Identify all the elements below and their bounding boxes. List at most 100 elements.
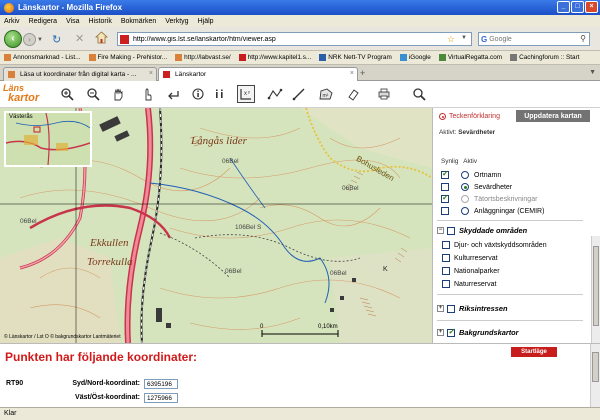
section-skyddade-omraden[interactable]: − Skyddade områden: [437, 224, 527, 237]
hand-icon[interactable]: [138, 85, 156, 103]
svg-text:y: y: [248, 89, 250, 94]
address-bar[interactable]: ☆ ▼: [117, 32, 472, 46]
layer-checkbox[interactable]: [442, 241, 450, 249]
pan-icon[interactable]: [109, 85, 127, 103]
coordinate-icon[interactable]: xy: [237, 85, 255, 103]
measure-distance-icon[interactable]: [266, 85, 284, 103]
visible-checkbox[interactable]: [441, 193, 449, 203]
expand-icon[interactable]: +: [437, 329, 444, 336]
home-icon[interactable]: [95, 31, 108, 44]
menu-help[interactable]: Hjälp: [198, 18, 214, 25]
history-dropdown-icon[interactable]: ▼: [37, 37, 43, 43]
section-checkbox[interactable]: [447, 226, 455, 235]
tab-close-icon[interactable]: ×: [350, 70, 354, 77]
bookmark-item[interactable]: Annonsmarknad - List...: [4, 54, 81, 61]
active-layer-indicator: Aktivt: Sevärdheter: [439, 129, 496, 136]
active-radio[interactable]: [461, 183, 469, 191]
print-icon[interactable]: [375, 85, 393, 103]
search-input[interactable]: [489, 35, 570, 43]
close-window-button[interactable]: ×: [585, 1, 598, 13]
maximize-button[interactable]: □: [571, 1, 584, 13]
tab-list-icon[interactable]: ▼: [589, 69, 596, 76]
measure-line-icon[interactable]: [290, 85, 308, 103]
svg-text:m²: m²: [323, 93, 329, 99]
bookmark-item[interactable]: http://labvast.se/: [175, 54, 231, 61]
menu-bookmarks[interactable]: Bokmärken: [121, 18, 156, 25]
search-box[interactable]: G ⚲: [478, 32, 590, 46]
measure-area-icon[interactable]: m²: [317, 85, 335, 103]
update-map-button[interactable]: Uppdatera kartan: [516, 110, 590, 122]
north-coordinate-label: Syd/Nord-koordinat:: [72, 380, 140, 387]
bookmark-item[interactable]: iGoogle: [399, 54, 431, 61]
layer-checkbox[interactable]: [442, 280, 450, 288]
zoom-out-icon[interactable]: [84, 85, 102, 103]
visible-checkbox[interactable]: [441, 207, 449, 215]
menu-bar: Arkiv Redigera Visa Historik Bokmärken V…: [0, 15, 600, 27]
back-arrow-icon[interactable]: [164, 85, 182, 103]
section-checkbox[interactable]: [447, 304, 455, 313]
panel-divider: [437, 294, 583, 295]
menu-view[interactable]: Visa: [66, 18, 80, 25]
minimize-button[interactable]: _: [557, 1, 570, 13]
active-radio[interactable]: [461, 195, 469, 203]
east-coordinate-field[interactable]: [144, 393, 178, 403]
overview-map-graphic[interactable]: [6, 113, 90, 165]
tab-koordinater[interactable]: Läsa ut koordinater från digital karta -…: [3, 67, 157, 81]
bookmark-favicon-icon: [88, 54, 96, 61]
page-scroll-thumb[interactable]: [592, 352, 599, 382]
stop-icon[interactable]: ✕: [75, 32, 84, 45]
eraser-icon[interactable]: [344, 85, 362, 103]
expand-icon[interactable]: +: [437, 305, 444, 312]
panel-scroll-thumb[interactable]: [593, 246, 599, 326]
menu-history[interactable]: Historik: [88, 18, 111, 25]
section-riksintressen[interactable]: + Riksintressen: [437, 302, 507, 315]
bookmark-item[interactable]: http://www.kapitel1.s...: [238, 54, 311, 61]
section-checkbox[interactable]: [447, 327, 455, 337]
search-icon[interactable]: [410, 85, 428, 103]
layer-checkbox[interactable]: [442, 254, 450, 262]
navigation-toolbar: ‹ › ▼ ↻ ✕ ☆ ▼ G ⚲: [0, 27, 600, 51]
zoom-in-icon[interactable]: [58, 85, 76, 103]
menu-tools[interactable]: Verktyg: [165, 18, 188, 25]
bookmark-item[interactable]: NRK Nett-TV Program: [319, 54, 392, 61]
visible-checkbox[interactable]: [441, 169, 449, 179]
google-icon[interactable]: G: [481, 35, 487, 44]
page-scrollbar[interactable]: [590, 344, 600, 408]
active-radio[interactable]: [461, 171, 469, 179]
url-dropdown-icon[interactable]: ▼: [461, 35, 467, 41]
back-button[interactable]: ‹: [4, 30, 22, 48]
menu-edit[interactable]: Redigera: [29, 18, 57, 25]
url-input[interactable]: [133, 35, 433, 43]
search-icon[interactable]: ⚲: [580, 34, 586, 43]
double-info-icon[interactable]: [211, 85, 229, 103]
collapse-icon[interactable]: −: [437, 227, 444, 234]
new-tab-icon[interactable]: +: [360, 68, 365, 78]
bookmark-item[interactable]: Fire Making - Prehistor...: [88, 54, 167, 61]
map-canvas[interactable]: Långås lider Ekkullen Torrekulla Bohusle…: [0, 108, 432, 343]
section-bakgrundskartor[interactable]: + Bakgrundskartor: [437, 326, 519, 339]
tab-lanskartor[interactable]: Länskartor ×: [158, 67, 358, 81]
coordinate-system-label: RT90: [6, 380, 24, 387]
reload-icon[interactable]: ↻: [52, 33, 61, 46]
north-coordinate-field[interactable]: [144, 379, 178, 389]
panel-divider: [437, 220, 583, 221]
scalebar-end: 0,10km: [318, 324, 338, 330]
active-radio[interactable]: [461, 207, 469, 215]
start-position-button[interactable]: Startläge: [511, 347, 557, 357]
tab-close-icon[interactable]: ×: [149, 70, 153, 77]
info-icon[interactable]: [189, 85, 207, 103]
bookmark-favicon-icon: [175, 54, 183, 61]
layer-checkbox[interactable]: [442, 267, 450, 275]
legend-link[interactable]: Teckenförklaring: [439, 113, 500, 120]
overview-map[interactable]: Västerås: [4, 111, 92, 167]
bookmark-item[interactable]: VirtualRegatta.com: [438, 54, 502, 61]
forward-button[interactable]: ›: [23, 33, 36, 46]
menu-file[interactable]: Arkiv: [4, 18, 20, 25]
bookmark-item[interactable]: Cachingforum :: Start: [510, 54, 579, 61]
visible-checkbox[interactable]: [441, 183, 449, 191]
bookmark-star-icon[interactable]: ☆: [447, 34, 455, 45]
legend-radio-icon[interactable]: [439, 113, 446, 120]
protected-item: Nationalparker: [442, 266, 500, 276]
panel-scrollbar[interactable]: [591, 236, 600, 343]
panel-divider: [437, 320, 583, 321]
